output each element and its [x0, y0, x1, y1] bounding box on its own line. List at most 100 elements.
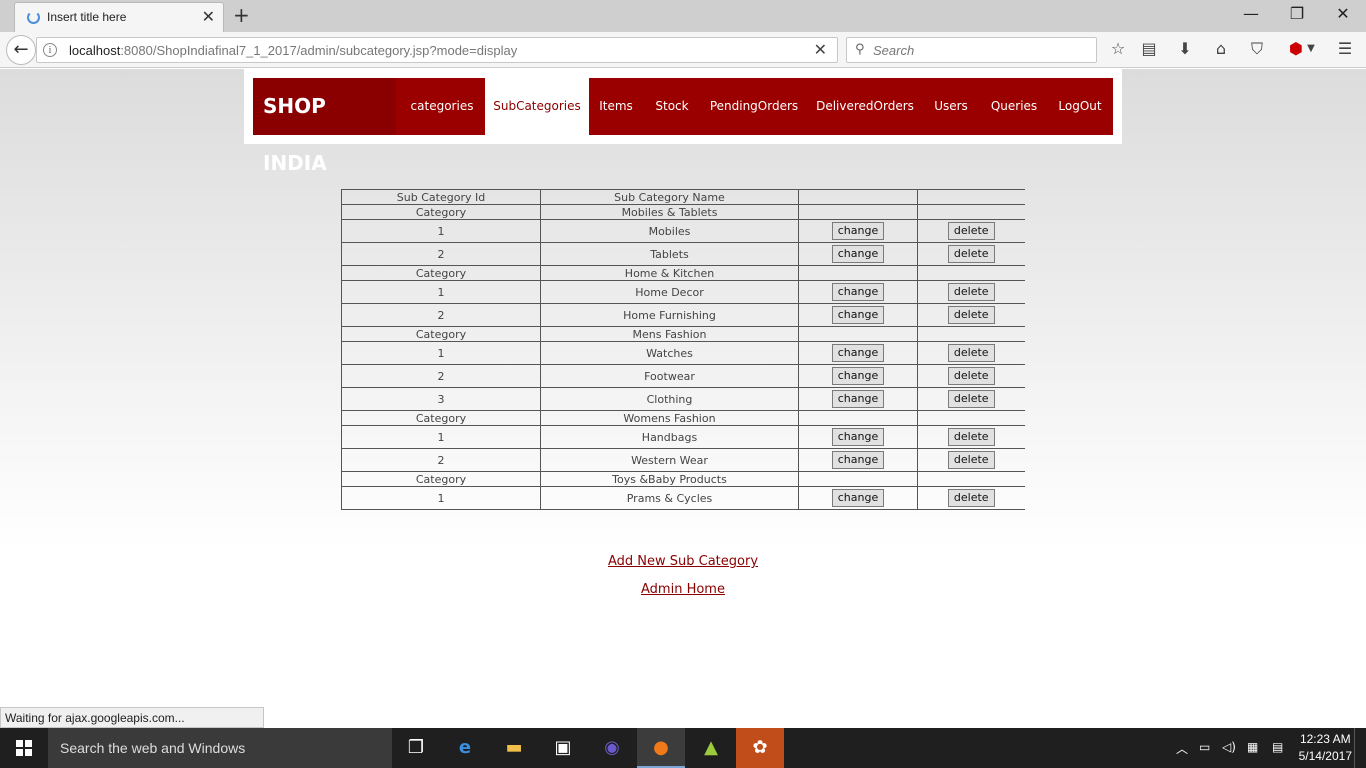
menu-items[interactable]: Items — [593, 78, 639, 135]
main-menu: SHOP INDIA categories SubCategories Item… — [253, 78, 1113, 175]
network-icon[interactable]: ▭ — [1199, 740, 1210, 754]
table-row: 2 Footwear change delete — [341, 364, 1025, 388]
menu-users[interactable]: Users — [932, 78, 970, 135]
change-cell: change — [798, 280, 918, 304]
change-button[interactable]: change — [831, 367, 885, 385]
action-center-icon[interactable]: ▤ — [1272, 740, 1283, 754]
category-label: Category — [341, 410, 541, 426]
start-button[interactable] — [0, 728, 48, 768]
category-name: Home & Kitchen — [540, 265, 799, 281]
change-cell: change — [798, 364, 918, 388]
eclipse-icon[interactable]: ◉ — [588, 728, 636, 768]
minimize-icon[interactable]: — — [1228, 4, 1274, 23]
search-bar[interactable]: ⚲ Search — [846, 37, 1097, 63]
sub-category-name: Mobiles — [540, 219, 799, 243]
admin-home-link[interactable]: Admin Home — [0, 582, 1366, 597]
category-row: Category Womens Fashion — [341, 410, 1025, 426]
menu-icon[interactable]: ☰ — [1334, 39, 1356, 58]
sub-category-name: Home Furnishing — [540, 303, 799, 327]
sub-category-id: 2 — [341, 364, 541, 388]
edge-icon[interactable]: e — [441, 728, 489, 768]
show-desktop-button[interactable] — [1354, 728, 1366, 768]
delete-button[interactable]: delete — [947, 428, 995, 446]
delete-button[interactable]: delete — [947, 451, 995, 469]
table-row: 1 Home Decor change delete — [341, 280, 1025, 304]
url-text[interactable]: localhost:8080/ShopIndiafinal7_1_2017/ad… — [69, 43, 517, 58]
menu-logout[interactable]: LogOut — [1057, 78, 1103, 135]
category-row: Category Mobiles & Tablets — [341, 204, 1025, 220]
system-clock[interactable]: 12:23 AM 5/14/2017 — [1299, 731, 1352, 765]
delete-button[interactable]: delete — [947, 222, 995, 240]
change-button[interactable]: change — [831, 390, 885, 408]
android-studio-icon[interactable]: ▲ — [687, 728, 735, 768]
menu-categories[interactable]: categories — [396, 78, 488, 135]
menu-pendingorders[interactable]: PendingOrders — [709, 78, 799, 135]
subcategory-table: Sub Category Id Sub Category Name Catego… — [341, 189, 1025, 510]
change-button[interactable]: change — [831, 245, 885, 263]
change-cell: change — [798, 448, 918, 472]
change-button[interactable]: change — [831, 489, 885, 507]
delete-button[interactable]: delete — [947, 245, 995, 263]
change-cell: change — [798, 303, 918, 327]
change-button[interactable]: change — [831, 451, 885, 469]
site-brand[interactable]: SHOP INDIA — [253, 78, 396, 175]
delete-button[interactable]: delete — [947, 489, 995, 507]
category-name: Mobiles & Tablets — [540, 204, 799, 220]
menu-stock[interactable]: Stock — [651, 78, 693, 135]
sub-category-id: 1 — [341, 425, 541, 449]
pocket-icon[interactable]: ⛉ — [1246, 39, 1268, 59]
add-new-subcategory-link[interactable]: Add New Sub Category — [0, 554, 1366, 569]
browser-tab[interactable]: Insert title here ✕ — [14, 2, 224, 32]
change-button[interactable]: change — [831, 344, 885, 362]
tray-chevron-icon[interactable]: ︿ — [1176, 740, 1188, 757]
taskbar-search[interactable]: Search the web and Windows — [48, 728, 392, 768]
delete-cell: delete — [917, 448, 1025, 472]
change-button[interactable]: change — [831, 283, 885, 301]
bookmark-star-icon[interactable]: ☆ — [1107, 39, 1129, 58]
download-icon[interactable]: ⬇ — [1174, 39, 1196, 58]
sub-category-id: 1 — [341, 486, 541, 510]
task-view-icon[interactable]: ❐ — [392, 728, 440, 768]
sub-category-name: Footwear — [540, 364, 799, 388]
close-tab-icon[interactable]: ✕ — [202, 7, 215, 26]
change-button[interactable]: change — [831, 222, 885, 240]
menu-deliveredorders[interactable]: DeliveredOrders — [816, 78, 914, 135]
empty-cell — [798, 204, 918, 220]
delete-button[interactable]: delete — [947, 344, 995, 362]
delete-button[interactable]: delete — [947, 306, 995, 324]
app-icon[interactable]: ✿ — [736, 728, 784, 768]
sub-category-name: Home Decor — [540, 280, 799, 304]
table-row: 1 Watches change delete — [341, 341, 1025, 365]
close-window-icon[interactable]: ✕ — [1320, 4, 1366, 23]
category-row: Category Toys &Baby Products — [341, 471, 1025, 487]
delete-button[interactable]: delete — [947, 367, 995, 385]
info-icon[interactable]: i — [43, 43, 57, 57]
empty-cell — [917, 410, 1025, 426]
menu-queries[interactable]: Queries — [988, 78, 1040, 135]
file-explorer-icon[interactable]: ▬ — [490, 728, 538, 768]
change-cell: change — [798, 242, 918, 266]
restore-icon[interactable]: ❐ — [1274, 4, 1320, 23]
header-change — [798, 189, 918, 205]
home-icon[interactable]: ⌂ — [1210, 39, 1232, 58]
store-icon[interactable]: ▣ — [539, 728, 587, 768]
delete-cell: delete — [917, 425, 1025, 449]
back-button[interactable]: ← — [6, 35, 36, 65]
sub-category-id: 2 — [341, 242, 541, 266]
volume-icon[interactable]: ◁) — [1222, 740, 1236, 754]
stop-icon[interactable]: ✕ — [814, 40, 827, 59]
sub-category-name: Western Wear — [540, 448, 799, 472]
delete-button[interactable]: delete — [947, 390, 995, 408]
keyboard-icon[interactable]: ▦ — [1247, 740, 1258, 754]
change-cell: change — [798, 486, 918, 510]
reading-list-icon[interactable]: ▤ — [1138, 39, 1160, 58]
firefox-icon[interactable]: ● — [637, 728, 685, 768]
delete-button[interactable]: delete — [947, 283, 995, 301]
new-tab-icon[interactable]: + — [233, 3, 250, 27]
menu-subcategories[interactable]: SubCategories — [485, 78, 589, 135]
change-button[interactable]: change — [831, 428, 885, 446]
change-button[interactable]: change — [831, 306, 885, 324]
sub-category-name: Tablets — [540, 242, 799, 266]
url-bar[interactable]: i localhost:8080/ShopIndiafinal7_1_2017/… — [36, 37, 838, 63]
chevron-down-icon[interactable]: ▼ — [1300, 43, 1322, 54]
